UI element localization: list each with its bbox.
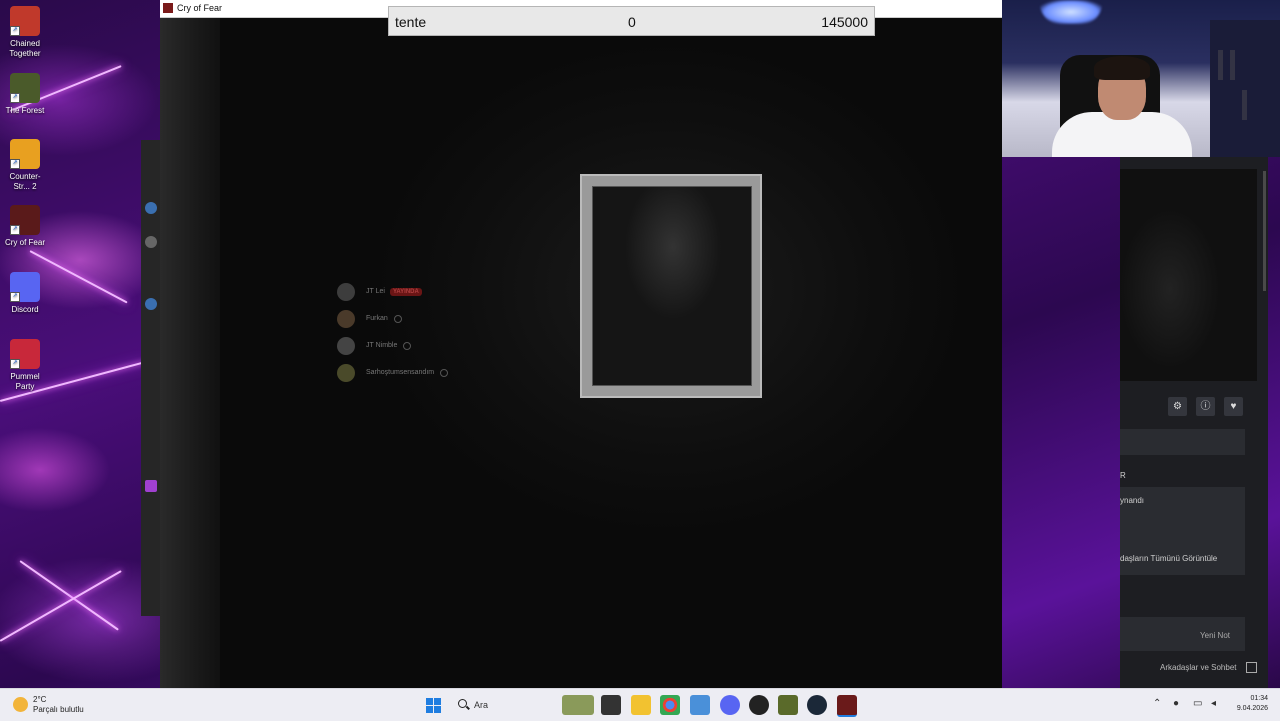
section-letter: R bbox=[1120, 471, 1126, 480]
steam-overlay-panel: ⚙ ⓘ ♥ R ynandı daşların Tümünü Görüntüle… bbox=[1120, 157, 1268, 688]
app-icon[interactable] bbox=[690, 695, 710, 715]
obs-icon[interactable] bbox=[749, 695, 769, 715]
clock[interactable]: 01:34 9.04.2026 bbox=[1237, 694, 1268, 714]
webcam-feed bbox=[1002, 0, 1280, 157]
windows-start-icon[interactable] bbox=[426, 698, 441, 713]
chained-together-icon: ↗ bbox=[10, 6, 40, 36]
desktop-shortcut[interactable]: ↗ Discord bbox=[2, 272, 48, 315]
friends-chat-button[interactable]: Arkadaşlar ve Sohbet bbox=[1160, 663, 1237, 672]
desktop-shortcut-label: Discord bbox=[11, 305, 39, 314]
curtain-scenery bbox=[160, 18, 220, 688]
discord-icon[interactable] bbox=[720, 695, 740, 715]
weather-widget[interactable]: 2°C Parçalı bulutlu bbox=[13, 695, 84, 715]
dock-app-icon[interactable] bbox=[145, 236, 157, 248]
desktop-shortcut-label: The Forest bbox=[5, 106, 45, 115]
chat-icon[interactable] bbox=[1246, 662, 1257, 673]
desktop-shortcut[interactable]: ↗ Pummel Party bbox=[2, 339, 48, 391]
search-placeholder: Ara bbox=[474, 700, 489, 710]
cry-of-fear-icon: ↗ bbox=[10, 205, 40, 235]
avatar bbox=[337, 363, 355, 382]
window-title: Cry of Fear bbox=[177, 3, 223, 13]
desktop-shortcut-label: Chained Together bbox=[9, 39, 41, 58]
microphone-icon[interactable]: ● bbox=[1173, 698, 1179, 709]
voice-user-name: JT Nimble bbox=[366, 342, 398, 349]
file-explorer-icon[interactable] bbox=[631, 695, 651, 715]
gear-icon[interactable]: ⚙ bbox=[1168, 397, 1187, 416]
headset-icon bbox=[403, 341, 412, 350]
score-bar: tente 0 145000 bbox=[388, 6, 875, 36]
headset-icon bbox=[393, 314, 402, 323]
weather-desc: Parçalı bulutlu bbox=[33, 705, 84, 714]
score-target: 145000 bbox=[821, 14, 868, 30]
game-window[interactable]: Cry of Fear JT Lei YAYINDA Furkan JT Nim… bbox=[160, 0, 1002, 688]
discord-voice-overlay: JT Lei YAYINDA Furkan JT Nimble Sarhoştu… bbox=[337, 278, 449, 386]
headset-icon bbox=[440, 368, 449, 377]
voice-user-name: Furkan bbox=[366, 315, 388, 322]
panel-row[interactable] bbox=[1120, 429, 1245, 455]
activity-card[interactable]: ynandı daşların Tümünü Görüntüle bbox=[1120, 487, 1245, 575]
search-highlight-icon[interactable] bbox=[562, 695, 594, 715]
discord-icon: ↗ bbox=[10, 272, 40, 302]
info-icon[interactable]: ⓘ bbox=[1196, 397, 1215, 416]
voice-user-row: Sarhoştumsensandım bbox=[337, 359, 449, 386]
volume-icon[interactable]: ◂ bbox=[1211, 698, 1216, 709]
taskbar: 2°C Parçalı bulutlu Ara ⌃ ● ▭ ◂ 01:34 9.… bbox=[0, 688, 1280, 721]
search-icon bbox=[458, 699, 467, 708]
voice-user-row: JT Nimble bbox=[337, 332, 448, 359]
desktop-shortcut-label: Pummel Party bbox=[10, 372, 40, 391]
the-forest-icon[interactable] bbox=[778, 695, 798, 715]
scrollbar[interactable] bbox=[1263, 171, 1266, 291]
avatar bbox=[337, 336, 355, 355]
steam-icon[interactable] bbox=[807, 695, 827, 715]
voice-user-name: JT Lei bbox=[366, 288, 385, 295]
heart-icon[interactable]: ♥ bbox=[1224, 397, 1243, 416]
side-dock bbox=[141, 140, 160, 616]
desktop-shortcut[interactable]: ↗ Chained Together bbox=[2, 6, 48, 58]
dock-app-icon[interactable] bbox=[145, 480, 157, 492]
view-all-friends-link[interactable]: daşların Tümünü Görüntüle bbox=[1120, 554, 1217, 563]
voice-user-row: Furkan bbox=[337, 305, 448, 332]
network-icon[interactable]: ▭ bbox=[1193, 698, 1202, 709]
desktop-shortcut[interactable]: ↗ Cry of Fear bbox=[2, 205, 48, 248]
weather-icon bbox=[13, 697, 28, 712]
desktop-shortcut[interactable]: ↗ Counter-Str... 2 bbox=[2, 139, 48, 191]
desktop-shortcut-label: Cry of Fear bbox=[4, 238, 45, 247]
weather-temp: 2°C bbox=[33, 695, 47, 704]
the-forest-icon: ↗ bbox=[10, 73, 40, 103]
chrome-icon[interactable] bbox=[660, 695, 680, 715]
cry-of-fear-icon[interactable] bbox=[837, 695, 857, 717]
cry-of-fear-icon bbox=[163, 3, 173, 13]
score-name: tente bbox=[395, 14, 427, 30]
counter-strike-icon: ↗ bbox=[10, 139, 40, 169]
dock-app-icon[interactable] bbox=[145, 298, 157, 310]
clock-date: 9.04.2026 bbox=[1236, 705, 1268, 712]
taskbar-search[interactable]: Ara bbox=[452, 695, 552, 715]
new-note-button[interactable]: Yeni Not bbox=[1200, 631, 1230, 640]
dock-app-icon[interactable] bbox=[145, 202, 157, 214]
pummel-party-icon: ↗ bbox=[10, 339, 40, 369]
broadcast-preview[interactable] bbox=[1120, 169, 1257, 381]
activity-text: ynandı bbox=[1120, 496, 1145, 505]
task-view-icon[interactable] bbox=[601, 695, 621, 715]
discord-avatar-icon bbox=[337, 282, 355, 301]
window-frame-scenery bbox=[580, 174, 762, 398]
new-note-row[interactable]: Yeni Not bbox=[1120, 617, 1245, 651]
avatar bbox=[337, 309, 355, 328]
desktop-shortcut[interactable]: ↗ The Forest bbox=[2, 73, 48, 116]
game-viewport[interactable] bbox=[160, 18, 1002, 688]
live-badge: YAYINDA bbox=[389, 287, 422, 296]
score-current: 0 bbox=[628, 14, 636, 30]
desktop-shortcut-label: Counter-Str... 2 bbox=[9, 172, 41, 191]
voice-user-name: Sarhoştumsensandım bbox=[366, 369, 435, 376]
chevron-up-icon[interactable]: ⌃ bbox=[1153, 698, 1161, 709]
voice-user-row: JT Lei YAYINDA bbox=[337, 278, 448, 305]
clock-time: 01:34 bbox=[1250, 695, 1268, 702]
